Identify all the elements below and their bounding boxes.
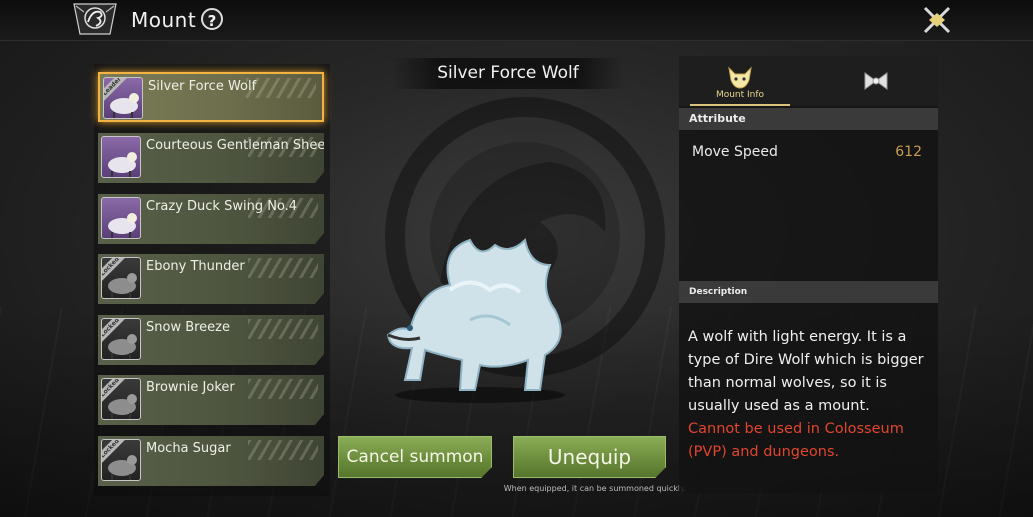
- attribute-name: Move Speed: [692, 144, 778, 160]
- mount-list-item[interactable]: Courteous Gentleman Sheep: [98, 133, 324, 183]
- description-header: Description: [679, 281, 938, 303]
- attribute-header: Attribute: [679, 108, 938, 130]
- mount-name-label: Courteous Gentleman Sheep: [146, 138, 334, 153]
- mount-list-item[interactable]: Locked Brownie Joker: [98, 375, 324, 425]
- mount-list-item[interactable]: Crazy Duck Swing No.4: [98, 194, 324, 244]
- mount-name-label: Brownie Joker: [146, 380, 235, 395]
- item-decoration: [248, 319, 318, 339]
- mount-list-item[interactable]: Locked Mocha Sugar: [98, 436, 324, 486]
- mount-name-label: Ebony Thunder: [146, 259, 245, 274]
- mount-list-item[interactable]: Locked Snow Breeze: [98, 315, 324, 365]
- close-icon[interactable]: [921, 5, 953, 35]
- horse-thumbnail-icon: Locked: [101, 378, 141, 420]
- restriction-text: Cannot be used in Colosseum (PVP) and du…: [688, 421, 904, 460]
- tab-appearance[interactable]: [828, 56, 928, 106]
- sheep-thumbnail-icon: [101, 136, 141, 178]
- item-decoration: [248, 379, 318, 399]
- wolf-mount-model: [386, 237, 565, 403]
- mount-list-item[interactable]: Locked Ebony Thunder: [98, 254, 324, 304]
- bow-icon: [864, 72, 888, 90]
- horse-thumbnail-icon: Locked: [101, 257, 141, 299]
- item-decoration: [248, 440, 318, 460]
- unequip-button[interactable]: Unequip: [513, 436, 666, 478]
- mount-name-label: Silver Force Wolf: [148, 79, 257, 94]
- dragon-logo-icon: [73, 3, 117, 35]
- duck-swing-thumbnail-icon: [101, 197, 141, 239]
- attribute-value: 612: [895, 144, 922, 160]
- item-decoration: [246, 78, 316, 98]
- wolf-thumbnail-icon: Leader: [103, 77, 143, 119]
- mount-name: Silver Force Wolf: [437, 63, 579, 83]
- horse-thumbnail-icon: Locked: [101, 318, 141, 360]
- mount-name-label: Crazy Duck Swing No.4: [146, 199, 298, 214]
- mount-info-icon: [728, 66, 752, 89]
- description-text: A wolf with light energy. It is a type o…: [688, 329, 924, 414]
- tab-mount-info-label: Mount Info: [715, 90, 765, 100]
- mount-list-item[interactable]: Leader Silver Force Wolf: [98, 72, 324, 122]
- mount-name-label: Mocha Sugar: [146, 441, 231, 456]
- item-decoration: [248, 258, 318, 278]
- help-button[interactable]: ?: [201, 8, 223, 30]
- mount-name-label: Snow Breeze: [146, 320, 231, 335]
- page-title: Mount: [131, 8, 197, 32]
- active-tab-indicator: [690, 104, 790, 106]
- horse-thumbnail-icon: Locked: [101, 439, 141, 481]
- cancel-summon-button[interactable]: Cancel summon: [338, 436, 492, 478]
